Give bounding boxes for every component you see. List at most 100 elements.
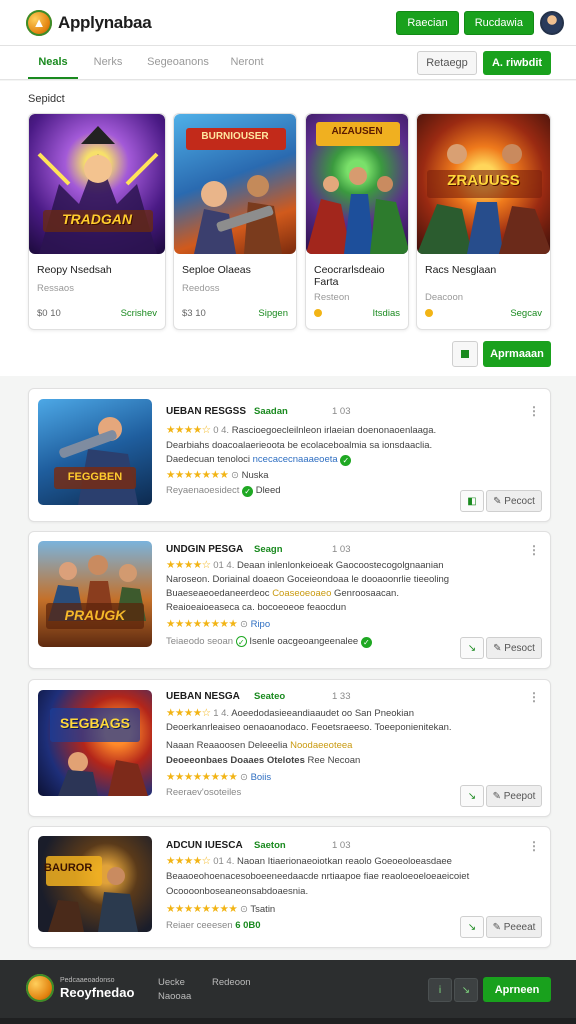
rating-line: ★★★★☆ 1 4. Aoeedodasieeandiaaudet oo San… [166,707,414,719]
info-icon[interactable]: ⅰ [428,978,452,1002]
item-footer: Reeraev'osoteiles [166,787,242,798]
header-button-1[interactable]: Raecian [396,10,459,35]
footer-small-title: Pedcaaeoadonso [60,977,115,984]
primary-tab-button[interactable]: A. riwbdit [483,51,551,75]
card-price [314,308,324,319]
footer-link[interactable]: Redeoon [212,977,251,988]
list-item[interactable]: FEGGBEN UEBAN RESGSS Saadan 1 03 ⋮ ★★★★☆… [28,388,551,522]
tab-nerks[interactable]: Nerks [86,46,130,79]
rating-line: ★★★★☆ 0 4. Rascioegoecleilnleon irlaeian… [166,424,437,436]
card-subtitle: Deacoon [425,292,464,303]
description-line: Daedecuan tenoloci ncecacecnaaaeoeta ✓ [166,454,352,466]
item-action-button[interactable]: ✎ Pecoct [486,490,542,512]
game-thumbnail: FEGGBEN [38,399,152,505]
footer-link[interactable]: Uecke [158,977,185,988]
art-title: BURNIOUSER [201,131,269,142]
card-status: Sipgen [258,308,288,319]
item-date: 1 33 [332,691,351,702]
thumb-title: PRAUGK [64,607,126,623]
app-logo-icon[interactable]: ▲ [26,9,52,36]
more-icon[interactable]: ⋮ [528,690,540,704]
card-title: Seploe Olaeas [182,264,251,276]
thumb-title: FEGGBEN [67,471,123,483]
footer-logo-icon[interactable] [26,974,54,1002]
tab-segeoanons[interactable]: Segeoanons [142,46,214,79]
featured-cta-button[interactable]: Aprmaaan [483,341,551,367]
footer-bottom-strip [0,1018,576,1024]
app-title: Applynabaa [58,12,152,32]
list-item[interactable]: BAUROR ADCUN IUESCA Saeton 1 03 ⋮ ★★★★☆ … [28,826,551,948]
game-thumbnail: SEGBAGS [38,690,152,796]
thumb-title: BAUROR [44,862,93,874]
game-art-image: BURNIOUSER [174,114,296,254]
item-status: Seateo [254,691,286,702]
share-icon[interactable]: ↘ [460,916,484,938]
list-item[interactable]: SEGBAGS UEBAN NESGA Seateo 1 33 ⋮ ★★★★☆ … [28,679,551,817]
check-icon: ✓ [360,637,372,648]
share-icon[interactable]: ↘ [460,785,484,807]
item-title[interactable]: UEBAN RESGSS [166,406,246,417]
card-title: Ceocrarlsdeaio Farta [314,264,385,288]
art-title: AIZAUSEN [331,126,383,137]
bookmark-icon[interactable] [452,341,478,367]
description-line: Naroseon. Doriainal doaeon Goceieondoaa … [166,574,450,585]
description-line: Buaeseaeoedaneerdeoc Coaseoeoaeo Genroos… [166,588,399,599]
featured-card[interactable]: ZRAUUSS Racs Nesglaan Deacoon Segcav [416,113,551,330]
item-title[interactable]: UEBAN NESGA [166,691,240,702]
item-action-button[interactable]: ✎ Pesoct [486,637,542,659]
item-title[interactable]: UNDGIN PESGA [166,544,243,555]
card-status: Scrishev [120,308,157,319]
featured-card[interactable]: TRADGAN Reopy Nsedsah Ressaos $0 10 Scri… [28,113,166,330]
featured-card[interactable]: BURNIOUSER Seploe Olaeas Reedoss $3 10 S… [173,113,297,330]
rating-line: ★★★★☆ 01 4. Deaan inlenlonkeioeak Gaocoo… [166,559,444,571]
share-icon[interactable]: ◧ [460,490,484,512]
art-title: TRADGAN [62,211,132,227]
featured-actions: Aprmaaan [452,341,551,367]
featured-card[interactable]: AIZAUSEN Ceocrarlsdeaio Farta Resteon It… [305,113,409,330]
card-status: Itsdias [372,308,400,319]
card-price: $3 10 [182,308,206,319]
share-icon[interactable]: ↘ [454,978,478,1002]
tab-neals[interactable]: Neals [28,46,78,79]
coin-icon [314,309,322,317]
footer-link[interactable]: Naooaa [158,991,191,1002]
section-label: Sepidct [28,93,65,105]
game-art-image: TRADGAN [29,114,165,254]
rating-line: ★★★★★★★ ⊙ Nuska [166,469,269,481]
coin-icon [425,309,433,317]
card-price: $0 10 [37,308,61,319]
rating-line: ★★★★★★★★ ⊙ Boiis [166,771,272,783]
item-status: Saeton [254,840,286,851]
description-line: Deoerkanrleaiseo oenaoanodaco. Feoetsrae… [166,722,452,733]
rating-line: ★★★★☆ 01 4. Naoan Itiaerionaeoiotkan rea… [166,855,452,867]
header-button-2[interactable]: Rucdawia [463,10,534,35]
item-status: Seagn [254,544,283,555]
check-icon: ✓ [242,486,254,497]
card-status: Segcav [510,308,542,319]
description-line: Dearbiahs doacoalaerieoota be ecolaceboa… [166,440,433,451]
card-subtitle: Reedoss [182,283,220,294]
list-item[interactable]: PRAUGK UNDGIN PESGA Seagn 1 03 ⋮ ★★★★☆ 0… [28,531,551,669]
more-icon[interactable]: ⋮ [528,543,540,557]
app-header: ▲ Applynabaa Raecian Rucdawia [0,0,576,46]
card-subtitle: Ressaos [37,283,74,294]
description-line: Deoeeonbaes Doaaes Otelotes Ree Necoan [166,755,361,766]
description-line: Ocoooonboseaneonsabdoaesnia. [166,886,309,897]
rating-line: ★★★★★★★★ ⊙ Tsatin [166,903,276,915]
user-avatar[interactable] [540,10,564,35]
more-icon[interactable]: ⋮ [528,404,540,418]
filter-button[interactable]: Retaegp [417,51,477,75]
item-date: 1 03 [332,544,351,555]
more-icon[interactable]: ⋮ [528,839,540,853]
footer-cta-button[interactable]: Aprneen [483,977,551,1002]
share-icon[interactable]: ↘ [460,637,484,659]
item-date: 1 03 [332,406,351,417]
description-line: Reaioeaioeaseca ca. bocoeoeoe feaocdun [166,602,347,613]
card-title: Reopy Nsedsah [37,264,112,276]
item-action-button[interactable]: ✎ Peeeat [486,916,542,938]
item-action-button[interactable]: ✎ Peepot [486,785,542,807]
tab-neront[interactable]: Neront [224,46,270,79]
item-title[interactable]: ADCUN IUESCA [166,840,243,851]
game-thumbnail: PRAUGK [38,541,152,647]
item-footer: Reiaer ceeesen 6 0B0 [166,920,261,931]
